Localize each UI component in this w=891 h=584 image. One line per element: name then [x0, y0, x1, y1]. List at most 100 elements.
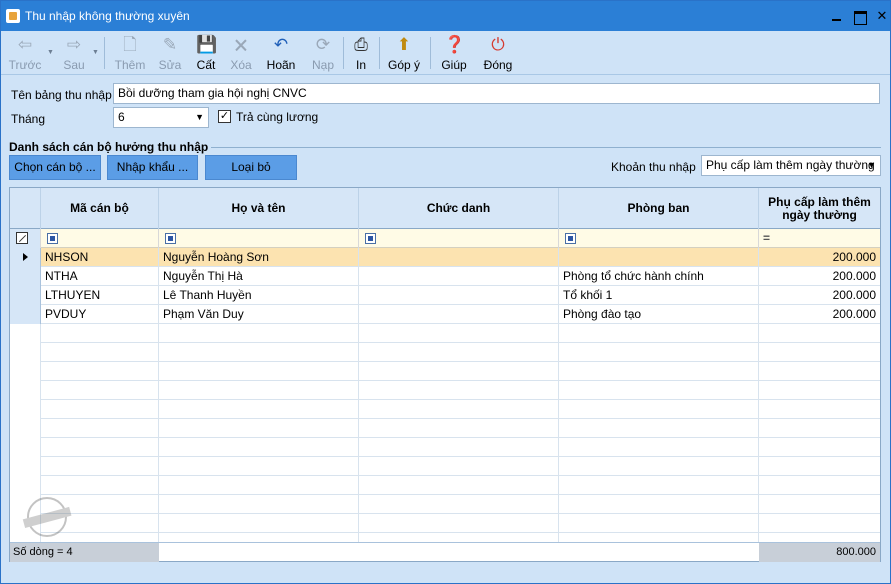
row-header[interactable] [10, 362, 41, 381]
cell-department[interactable] [559, 438, 759, 457]
cell-amount[interactable] [759, 419, 880, 438]
column-header-code[interactable]: Mã cán bộ [41, 188, 159, 229]
filter-department[interactable] [559, 229, 759, 248]
column-header-name[interactable]: Họ và tên [159, 188, 359, 229]
cell-title[interactable] [359, 305, 559, 324]
import-button[interactable]: Nhập khẩu ... [107, 155, 198, 180]
maximize-button[interactable] [852, 8, 868, 25]
filter-icon[interactable] [47, 233, 58, 244]
cell-amount[interactable]: 200.000 [759, 248, 880, 267]
cell-code[interactable]: LTHUYEN [41, 286, 159, 305]
cell-code[interactable]: PVDUY [41, 305, 159, 324]
cell-department[interactable] [559, 419, 759, 438]
cell-name[interactable] [159, 324, 359, 343]
cell-department[interactable] [559, 514, 759, 533]
prev-button[interactable]: ⇦ Trước [7, 33, 43, 73]
cell-title[interactable] [359, 457, 559, 476]
filter-icon[interactable] [365, 233, 376, 244]
save-button[interactable]: 💾 Cất [191, 33, 221, 73]
cell-code[interactable]: NTHA [41, 267, 159, 286]
cell-title[interactable] [359, 381, 559, 400]
cell-department[interactable] [559, 495, 759, 514]
income-table-name-input[interactable]: Bồi dưỡng tham gia hội nghị CNVC [113, 83, 880, 104]
row-header[interactable] [10, 419, 41, 438]
cell-name[interactable] [159, 457, 359, 476]
clear-filter-icon[interactable] [16, 232, 28, 244]
cell-amount[interactable] [759, 324, 880, 343]
add-button[interactable]: 🗋 Thêm [111, 33, 149, 73]
cell-name[interactable] [159, 476, 359, 495]
cell-title[interactable] [359, 400, 559, 419]
cell-code[interactable] [41, 457, 159, 476]
filter-title[interactable] [359, 229, 559, 248]
cell-name[interactable]: Phạm Văn Duy [159, 305, 359, 324]
row-header[interactable] [10, 324, 41, 343]
filter-name[interactable] [159, 229, 359, 248]
cell-amount[interactable] [759, 343, 880, 362]
cell-department[interactable] [559, 457, 759, 476]
cell-department[interactable] [559, 248, 759, 267]
row-header[interactable] [10, 438, 41, 457]
cell-name[interactable]: Nguyễn Thị Hà [159, 267, 359, 286]
cell-amount[interactable] [759, 400, 880, 419]
cell-department[interactable] [559, 324, 759, 343]
delete-button[interactable]: 🗙 Xóa [225, 33, 257, 73]
cell-title[interactable] [359, 248, 559, 267]
minimize-button[interactable] [829, 8, 845, 24]
cell-name[interactable] [159, 362, 359, 381]
cell-title[interactable] [359, 324, 559, 343]
table-row[interactable]: NHSON Nguyễn Hoàng Sơn 200.000 [10, 248, 880, 267]
next-dropdown-icon[interactable]: ▼ [92, 49, 99, 56]
cell-amount[interactable] [759, 438, 880, 457]
cell-title[interactable] [359, 514, 559, 533]
income-type-select[interactable]: Phụ cấp làm thêm ngày thường ▼ [701, 155, 881, 176]
cell-code[interactable] [41, 400, 159, 419]
row-header[interactable] [10, 248, 41, 267]
close-button[interactable]: ✕ [874, 8, 890, 24]
cell-code[interactable] [41, 362, 159, 381]
month-select[interactable]: 6 ▼ [113, 107, 209, 128]
cell-name[interactable] [159, 400, 359, 419]
cell-code[interactable]: NHSON [41, 248, 159, 267]
row-header[interactable] [10, 476, 41, 495]
filter-icon[interactable] [565, 233, 576, 244]
empty-row[interactable] [10, 381, 880, 400]
filter-amount[interactable]: = [759, 229, 880, 248]
empty-row[interactable] [10, 343, 880, 362]
cell-title[interactable] [359, 362, 559, 381]
empty-row[interactable] [10, 457, 880, 476]
cell-amount[interactable] [759, 362, 880, 381]
empty-row[interactable] [10, 476, 880, 495]
empty-row[interactable] [10, 495, 880, 514]
cell-department[interactable] [559, 362, 759, 381]
filter-icon[interactable] [165, 233, 176, 244]
table-row[interactable]: LTHUYEN Lê Thanh Huyền Tổ khối 1 200.000 [10, 286, 880, 305]
row-header[interactable] [10, 381, 41, 400]
choose-staff-button[interactable]: Chọn cán bộ ... [9, 155, 101, 180]
cell-code[interactable] [41, 324, 159, 343]
cell-amount[interactable] [759, 457, 880, 476]
row-header[interactable] [10, 400, 41, 419]
cell-department[interactable] [559, 400, 759, 419]
cell-department[interactable] [559, 476, 759, 495]
cell-amount[interactable]: 200.000 [759, 305, 880, 324]
cell-title[interactable] [359, 267, 559, 286]
cell-name[interactable] [159, 343, 359, 362]
cell-code[interactable] [41, 438, 159, 457]
cell-title[interactable] [359, 438, 559, 457]
next-button[interactable]: ⇨ Sau [57, 33, 91, 73]
cell-name[interactable] [159, 419, 359, 438]
cell-title[interactable] [359, 419, 559, 438]
prev-dropdown-icon[interactable]: ▼ [47, 49, 54, 56]
cell-department[interactable] [559, 381, 759, 400]
cell-name[interactable] [159, 495, 359, 514]
column-header-amount[interactable]: Phụ cấp làm thêm ngày thường [759, 188, 880, 229]
table-row[interactable]: PVDUY Phạm Văn Duy Phòng đào tạo 200.000 [10, 305, 880, 324]
cell-name[interactable] [159, 438, 359, 457]
empty-row[interactable] [10, 514, 880, 533]
row-header[interactable] [10, 286, 41, 305]
undo-button[interactable]: ↶ Hoãn [263, 33, 299, 73]
filter-code[interactable] [41, 229, 159, 248]
empty-row[interactable] [10, 324, 880, 343]
cell-name[interactable] [159, 514, 359, 533]
